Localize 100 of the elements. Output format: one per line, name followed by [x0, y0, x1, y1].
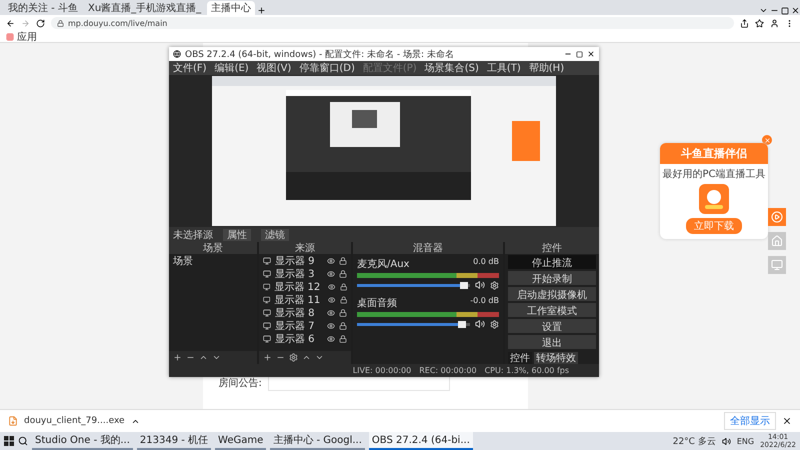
bookmark[interactable]: 应用 — [17, 30, 37, 44]
taskbar-app[interactable]: OBS 27.2.4 (64-bi... — [368, 432, 473, 450]
panel-title: 场景 — [203, 242, 223, 255]
speaker-icon[interactable] — [475, 280, 485, 290]
share-icon[interactable] — [740, 18, 749, 28]
play-icon[interactable] — [768, 208, 786, 226]
control-button[interactable]: 设置 — [508, 319, 596, 333]
browser-tab[interactable]: 我的关注 - 斗鱼 — [4, 1, 82, 15]
monitor-icon — [263, 282, 270, 290]
volume-slider[interactable] — [357, 284, 470, 286]
speaker-icon[interactable] — [722, 436, 731, 446]
speaker-icon[interactable] — [475, 319, 485, 329]
add-icon[interactable] — [263, 353, 272, 362]
scene-item[interactable]: 场景 — [169, 254, 257, 267]
lock-icon[interactable] — [339, 308, 347, 316]
move-down-icon[interactable] — [212, 353, 221, 362]
source-name[interactable]: 显示器 12 — [274, 280, 320, 294]
settings-icon[interactable] — [490, 320, 499, 328]
cpu-fps: CPU: 1.3%, 60.00 fps — [484, 366, 569, 375]
channel-name: 桌面音频 — [357, 296, 397, 310]
close-icon[interactable] — [782, 416, 792, 426]
close-button[interactable] — [762, 135, 772, 145]
move-down-icon[interactable] — [315, 353, 324, 362]
visibility-icon[interactable] — [327, 256, 335, 264]
menu-item[interactable]: 文件(F) — [173, 61, 207, 75]
control-button[interactable]: 停止推流 — [508, 255, 596, 269]
visibility-icon[interactable] — [328, 296, 336, 304]
promo-subtitle: 最好用的PC端直播工具 — [662, 168, 766, 181]
taskbar-app[interactable]: WeGame — [215, 432, 266, 450]
menu-item[interactable]: 编辑(E) — [214, 61, 249, 75]
close-icon[interactable] — [587, 50, 595, 58]
menu-item[interactable]: 工具(T) — [486, 61, 521, 75]
panel-title: 来源 — [295, 242, 315, 255]
reload-icon[interactable] — [36, 18, 45, 28]
lock-icon[interactable] — [339, 270, 347, 278]
search-icon[interactable] — [18, 436, 28, 446]
toolbar-button[interactable]: 属性 — [223, 228, 251, 240]
visibility-icon[interactable] — [328, 282, 336, 290]
dock-tab[interactable]: 转场特效 — [534, 352, 578, 365]
settings-icon[interactable] — [289, 353, 298, 362]
visibility-icon[interactable] — [327, 270, 335, 278]
app-logo-icon — [699, 184, 729, 214]
taskbar-app[interactable]: 主播中心 - Googl... — [270, 432, 365, 450]
dock-tab[interactable]: 控件 — [508, 352, 532, 365]
lock-icon[interactable] — [339, 256, 347, 264]
visibility-icon[interactable] — [327, 334, 335, 342]
source-name[interactable]: 显示器 6 — [275, 332, 315, 346]
lock-icon[interactable] — [340, 296, 347, 304]
show-all-button[interactable]: 全部显示 — [724, 412, 776, 430]
control-button[interactable]: 开始录制 — [508, 271, 596, 285]
source-name[interactable]: 显示器 7 — [275, 318, 315, 332]
download-file[interactable]: douyu_client_79....exe — [24, 416, 125, 426]
profile-icon[interactable] — [770, 18, 779, 28]
chevron-down-icon[interactable] — [759, 6, 768, 15]
control-button[interactable]: 启动虚拟摄像机 — [508, 287, 596, 301]
add-icon[interactable] — [173, 353, 182, 362]
monitor-icon — [263, 296, 270, 304]
source-name[interactable]: 显示器 8 — [275, 306, 315, 320]
menu-item[interactable]: 帮助(H) — [528, 61, 564, 75]
visibility-icon[interactable] — [327, 322, 335, 330]
move-up-icon[interactable] — [302, 353, 311, 362]
move-up-icon[interactable] — [199, 353, 208, 362]
lock-icon[interactable] — [340, 282, 347, 290]
back-icon[interactable] — [6, 18, 15, 28]
monitor-icon — [263, 322, 271, 330]
channel-name: 麦克风/Aux — [357, 258, 410, 271]
url-text: mp.douyu.com/live/main — [68, 18, 168, 28]
close-icon[interactable] — [791, 6, 800, 15]
browser-tab[interactable]: 主播中心 — [207, 1, 256, 15]
settings-icon[interactable] — [490, 280, 499, 290]
source-name[interactable]: 显示器 9 — [275, 254, 315, 268]
control-button[interactable]: 工作室模式 — [508, 303, 596, 317]
control-button[interactable]: 退出 — [508, 335, 596, 349]
taskbar-app[interactable]: Studio One - 我的... — [32, 432, 133, 450]
window-title: OBS 27.2.4 (64-bit, windows) - 配置文件: 未命名 - 场景: 未命名 — [185, 48, 454, 60]
channel-reading: 0.0 dB — [473, 257, 499, 268]
menu-item[interactable]: 停靠窗口(D) — [299, 61, 355, 75]
source-name[interactable]: 显示器 3 — [275, 266, 315, 280]
browser-tab[interactable]: Xu酱直播_手机游戏直播_ — [84, 1, 206, 15]
rec-time: REC: 00:00:00 — [419, 366, 477, 375]
lock-icon[interactable] — [339, 334, 347, 342]
windows-logo-icon[interactable] — [4, 436, 14, 446]
file-icon — [8, 416, 18, 426]
menu-item[interactable]: 视图(V) — [256, 61, 292, 75]
volume-slider[interactable] — [357, 322, 470, 326]
panel-title: 控件 — [542, 242, 562, 255]
star-icon[interactable] — [755, 18, 764, 28]
visibility-icon[interactable] — [327, 308, 335, 316]
lock-icon[interactable] — [339, 322, 347, 330]
apps-icon[interactable] — [6, 32, 14, 40]
toolbar-button[interactable]: 滤镜 — [261, 228, 289, 240]
language: ENG — [736, 436, 754, 446]
source-name[interactable]: 显示器 11 — [274, 292, 320, 306]
address-bar[interactable]: mp.douyu.com/live/main — [51, 17, 734, 29]
taskbar-app[interactable]: 213349 - 机任 — [136, 432, 212, 450]
maximize-icon[interactable] — [576, 50, 583, 58]
monitor-icon — [263, 270, 271, 278]
maximize-icon[interactable] — [781, 7, 789, 15]
new-tab-icon[interactable] — [257, 6, 266, 15]
menu-item[interactable]: 场景集合(S) — [424, 61, 479, 75]
